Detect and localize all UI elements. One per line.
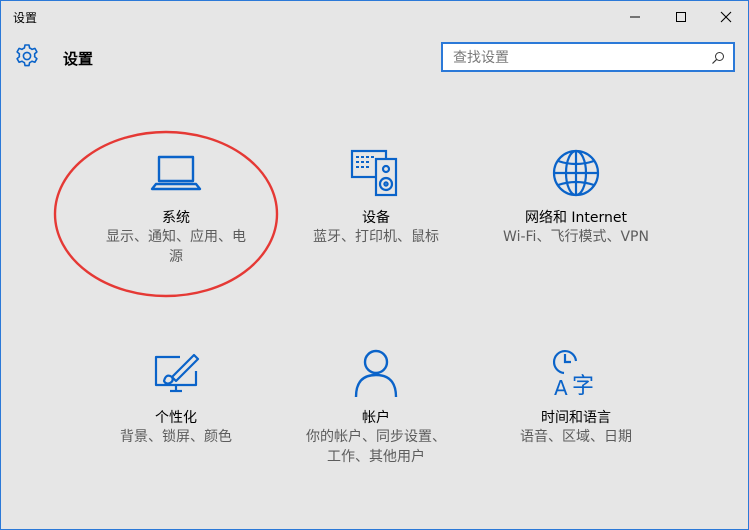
minimize-icon	[630, 16, 640, 18]
tile-description: Wi-Fi、飞行模式、VPN	[476, 227, 676, 247]
tile-personalization[interactable]: 个性化 背景、锁屏、颜色	[76, 347, 276, 457]
time-language-icon: A 字	[552, 349, 594, 399]
maximize-icon	[676, 12, 686, 22]
tile-description-line: 工作、其他用户	[327, 449, 425, 465]
tile-description-line: 语音、区域、日期	[520, 429, 632, 445]
gear-icon	[16, 44, 38, 67]
tile-description-line: 源	[169, 249, 183, 265]
tile-description: 显示、通知、应用、电 源	[76, 227, 276, 267]
tile-label: 帐户	[362, 410, 390, 426]
personalization-icon	[154, 353, 200, 393]
tile-network[interactable]: 网络和 Internet Wi-Fi、飞行模式、VPN	[476, 147, 676, 257]
tile-system[interactable]: 系统 显示、通知、应用、电 源	[76, 147, 276, 267]
tile-description: 你的帐户、同步设置、 工作、其他用户	[276, 427, 476, 467]
tile-label: 时间和语言	[541, 410, 611, 426]
close-button[interactable]	[703, 1, 748, 33]
tile-description-line: 你的帐户、同步设置、	[306, 429, 446, 445]
tile-description-line: Wi-Fi、飞行模式、VPN	[503, 229, 649, 245]
tile-label: 个性化	[155, 410, 197, 426]
tile-description-line: 背景、锁屏、颜色	[120, 429, 232, 445]
maximize-button[interactable]	[658, 1, 704, 33]
tile-description: 语音、区域、日期	[476, 427, 676, 447]
svg-text:字: 字	[572, 374, 594, 399]
globe-icon	[552, 149, 600, 197]
tile-accounts[interactable]: 帐户 你的帐户、同步设置、 工作、其他用户	[276, 347, 476, 467]
tile-label: 系统	[162, 210, 190, 226]
tile-description-line: 蓝牙、打印机、鼠标	[313, 229, 439, 245]
search-box[interactable]	[441, 42, 735, 72]
tile-description: 背景、锁屏、颜色	[76, 427, 276, 447]
tile-time-language[interactable]: A 字 时间和语言 语音、区域、日期	[476, 347, 676, 457]
laptop-icon	[150, 155, 202, 191]
tile-label: 网络和 Internet	[524, 210, 628, 226]
tile-devices[interactable]: 设备 蓝牙、打印机、鼠标	[276, 147, 476, 257]
page-title: 设置	[63, 50, 94, 68]
close-icon	[720, 11, 732, 23]
title-bar[interactable]: 设置	[1, 1, 748, 33]
tile-label: 设备	[362, 210, 390, 226]
svg-text:A: A	[554, 376, 568, 399]
minimize-button[interactable]	[612, 1, 658, 33]
search-input[interactable]	[453, 48, 703, 68]
account-icon	[354, 349, 398, 398]
search-icon[interactable]	[711, 51, 725, 65]
settings-window: 设置 设置 查找设置 系统 显示、通知、应用、电 源 设备 蓝牙、打印机、鼠标 …	[0, 0, 749, 530]
window-title: 设置	[13, 11, 38, 25]
devices-icon	[350, 149, 398, 197]
tile-description: 蓝牙、打印机、鼠标	[276, 227, 476, 247]
tile-description-line: 显示、通知、应用、电	[106, 229, 246, 245]
